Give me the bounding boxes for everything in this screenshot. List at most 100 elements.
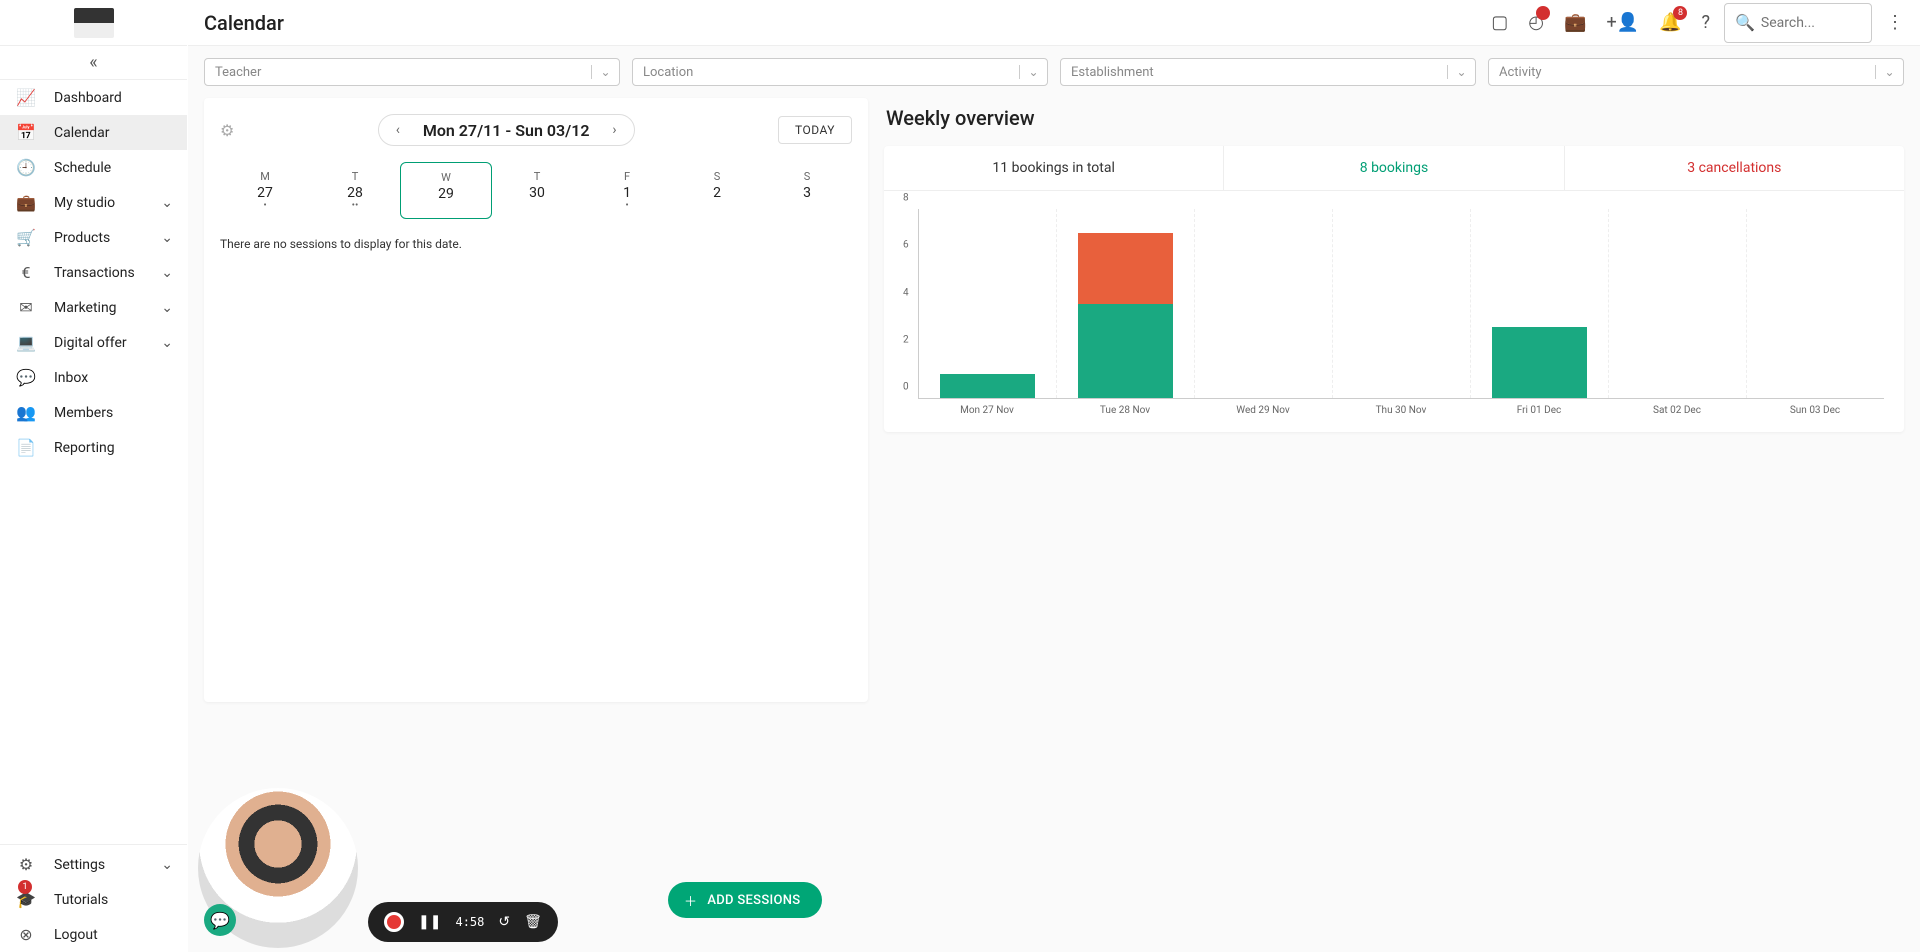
day-dots: •• (310, 201, 400, 211)
add-sessions-button[interactable]: ＋ ADD SESSIONS (668, 882, 822, 918)
prev-week-icon[interactable]: ‹ (383, 122, 413, 138)
chart-area: 02468 (918, 209, 1884, 399)
day-3[interactable]: S3 (762, 162, 852, 219)
ytick: 6 (903, 240, 909, 251)
ytick: 0 (903, 382, 909, 393)
sidebar-item-calendar[interactable]: 📅Calendar (0, 115, 187, 150)
nav-icon: 💻 (14, 333, 38, 352)
chevron-down-icon: ⌄ (161, 335, 173, 351)
sidebar: « 📈Dashboard📅Calendar🕘Schedule💼My studio… (0, 0, 188, 952)
chevron-down-icon: ⌄ (591, 65, 619, 79)
add-sessions-label: ADD SESSIONS (707, 893, 800, 908)
location-label: Location (633, 65, 1019, 80)
sidebar-item-logout[interactable]: ⊗ Logout (0, 917, 187, 952)
sidebar-item-settings[interactable]: ⚙ Settings ⌄ (0, 847, 187, 882)
ytick: 2 (903, 334, 909, 345)
chart-xlabels: Mon 27 NovTue 28 NovWed 29 NovThu 30 Nov… (918, 399, 1884, 416)
alert-icon[interactable]: ◴ (1528, 12, 1544, 33)
xlabel: Sun 03 Dec (1746, 399, 1884, 416)
day-29[interactable]: W29 (400, 162, 492, 219)
chat-icon[interactable]: 💬 (204, 904, 236, 936)
nav-icon: ✉ (14, 298, 38, 317)
nav-label: Calendar (54, 125, 110, 141)
xlabel: Fri 01 Dec (1470, 399, 1608, 416)
logout-label: Logout (54, 927, 98, 943)
xlabel: Tue 28 Nov (1056, 399, 1194, 416)
bar-col (1609, 209, 1747, 398)
activity-select[interactable]: Activity ⌄ (1488, 58, 1904, 86)
briefcase-icon[interactable]: 💼 (1564, 12, 1586, 33)
teacher-select[interactable]: Teacher ⌄ (204, 58, 620, 86)
nav-icon: 🛒 (14, 228, 38, 247)
search-input[interactable] (1761, 15, 1861, 31)
logout-icon: ⊗ (14, 925, 38, 944)
header-icons: ▢ ◴ 💼 +👤 🔔8 ? (1491, 12, 1710, 33)
tab-total[interactable]: 11 bookings in total (884, 146, 1224, 190)
sidebar-item-transactions[interactable]: €Transactions⌄ (0, 255, 187, 290)
restart-icon[interactable]: ↺ (498, 914, 510, 930)
sidebar-item-products[interactable]: 🛒Products⌄ (0, 220, 187, 255)
help-icon[interactable]: ? (1701, 12, 1710, 33)
tab-cancellations[interactable]: 3 cancellations (1565, 146, 1904, 190)
logo-area (0, 0, 187, 46)
sidebar-item-dashboard[interactable]: 📈Dashboard (0, 80, 187, 115)
filters-row: Teacher ⌄ Location ⌄ Establishment ⌄ Act… (204, 58, 1904, 86)
bell-icon[interactable]: 🔔8 (1659, 12, 1681, 33)
location-select[interactable]: Location ⌄ (632, 58, 1048, 86)
sidebar-item-members[interactable]: 👥 Members (0, 395, 187, 430)
date-nav: ‹ Mon 27/11 - Sun 03/12 › (378, 114, 635, 146)
pause-icon[interactable]: ❚❚ (418, 914, 441, 930)
collapse-icon[interactable]: « (89, 52, 97, 73)
day-30[interactable]: T30 (492, 162, 582, 219)
inbox-icon[interactable]: ▢ (1491, 12, 1508, 33)
add-user-icon[interactable]: +👤 (1606, 12, 1639, 33)
bar-col (1747, 209, 1884, 398)
nav-icon: 👥 (14, 403, 38, 422)
sidebar-item-marketing[interactable]: ✉Marketing⌄ (0, 290, 187, 325)
day-28[interactable]: T28•• (310, 162, 400, 219)
ytick: 4 (903, 287, 909, 298)
sidebar-item-my-studio[interactable]: 💼My studio⌄ (0, 185, 187, 220)
day-1[interactable]: F1• (582, 162, 672, 219)
record-stop-icon[interactable] (384, 912, 404, 932)
recorder-toolbar: ❚❚ 4:58 ↺ 🗑 (368, 902, 558, 942)
sidebar-item-reporting[interactable]: 📄Reporting (0, 430, 187, 465)
bar-col (1333, 209, 1471, 398)
sidebar-item-tutorials[interactable]: 🎓 Tutorials (0, 882, 187, 917)
nav-list: 📈Dashboard📅Calendar🕘Schedule💼My studio⌄🛒… (0, 80, 187, 842)
studio-logo[interactable] (74, 8, 114, 38)
bell-badge: 8 (1673, 6, 1687, 20)
day-number: 27 (220, 185, 310, 201)
nav-label: Inbox (54, 370, 88, 386)
more-icon[interactable]: ⋮ (1886, 12, 1904, 33)
day-number: 2 (672, 185, 762, 201)
overview-card: 11 bookings in total 8 bookings 3 cancel… (884, 146, 1904, 432)
chevron-down-icon: ⌄ (1019, 65, 1047, 79)
sidebar-item-digital-offer[interactable]: 💻Digital offer⌄ (0, 325, 187, 360)
xlabel: Mon 27 Nov (918, 399, 1056, 416)
nav-icon: 📈 (14, 88, 38, 107)
sidebar-item-schedule[interactable]: 🕘Schedule (0, 150, 187, 185)
gear-icon: ⚙ (14, 855, 38, 874)
search-box[interactable]: 🔍 (1724, 3, 1872, 43)
sidebar-item-inbox[interactable]: 💬Inbox (0, 360, 187, 395)
tab-bookings[interactable]: 8 bookings (1224, 146, 1564, 190)
next-week-icon[interactable]: › (600, 122, 630, 138)
day-2[interactable]: S2 (672, 162, 762, 219)
today-button[interactable]: TODAY (778, 116, 852, 144)
days-row: M27•T28••W29T30F1•S2S3 (220, 162, 852, 219)
chevron-down-icon: ⌄ (1447, 65, 1475, 79)
calendar-settings-icon[interactable]: ⚙ (220, 121, 234, 140)
nav-icon: 🕘 (14, 158, 38, 177)
day-27[interactable]: M27• (220, 162, 310, 219)
page-title: Calendar (204, 11, 284, 35)
trash-icon[interactable]: 🗑 (524, 914, 542, 930)
bar-bookings (1492, 327, 1588, 398)
day-of-week: M (220, 170, 310, 183)
chart-container: 02468 Mon 27 NovTue 28 NovWed 29 NovThu … (884, 191, 1904, 432)
chevron-down-icon: ⌄ (161, 265, 173, 281)
bar-col (919, 209, 1057, 398)
chevron-down-icon: ⌄ (161, 230, 173, 246)
nav-label: Members (54, 405, 113, 421)
establishment-select[interactable]: Establishment ⌄ (1060, 58, 1476, 86)
